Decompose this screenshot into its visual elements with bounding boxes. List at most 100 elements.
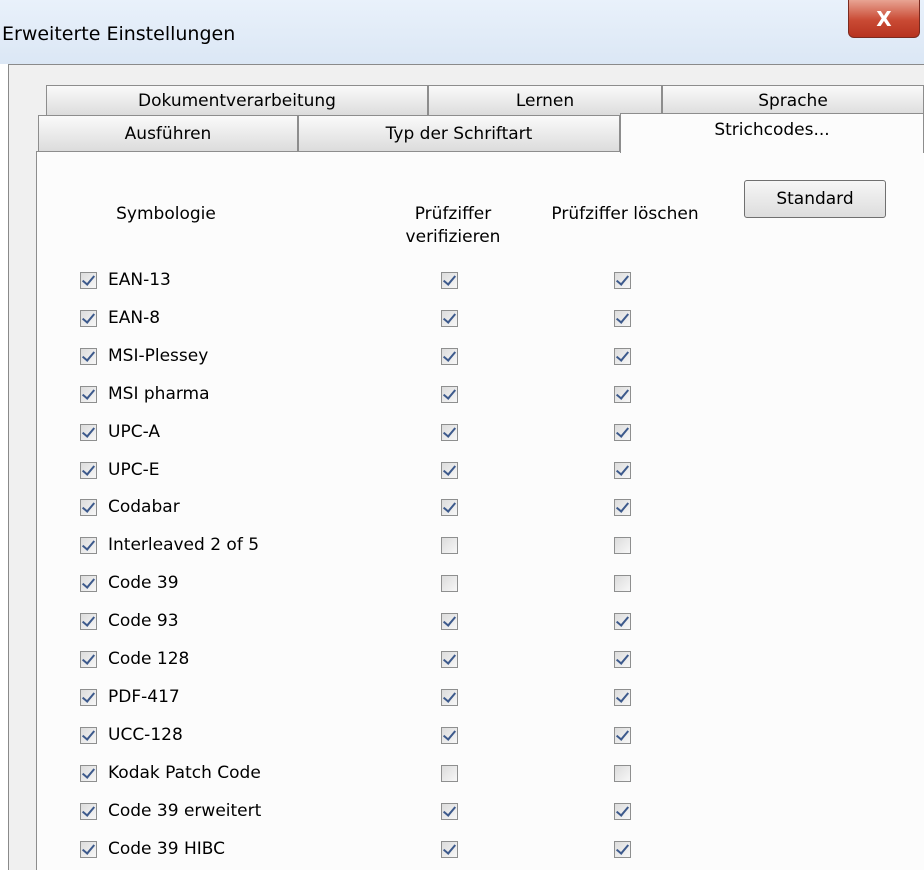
checkmark-icon	[81, 272, 96, 286]
checkmark-icon	[615, 727, 630, 741]
checkmark-icon	[615, 462, 630, 476]
checkmark-icon	[615, 803, 630, 817]
tab-dokumentverarbeitung[interactable]: Dokumentverarbeitung	[46, 85, 428, 115]
verify-checkbox[interactable]	[441, 575, 458, 592]
delete-checkbox[interactable]	[614, 689, 631, 706]
delete-checkbox[interactable]	[614, 613, 631, 630]
verify-checkbox[interactable]	[441, 537, 458, 554]
delete-checkbox[interactable]	[614, 462, 631, 479]
verify-checkbox[interactable]	[441, 272, 458, 289]
checkmark-icon	[615, 841, 630, 855]
enable-checkbox[interactable]	[80, 462, 97, 479]
close-button[interactable]: X	[848, 0, 920, 38]
tab-label: Sprache	[758, 90, 828, 111]
verify-header-line2: verifizieren	[405, 227, 501, 247]
enable-checkbox[interactable]	[80, 651, 97, 668]
symbology-label: Code 39 erweitert	[108, 801, 262, 821]
checkmark-icon	[615, 310, 630, 324]
enable-checkbox[interactable]	[80, 727, 97, 744]
checkmark-icon	[442, 348, 457, 362]
enable-checkbox[interactable]	[80, 613, 97, 630]
symbology-label: Code 39	[108, 573, 179, 593]
delete-checkbox[interactable]	[614, 348, 631, 365]
checkmark-icon	[442, 803, 457, 817]
symbology-label: MSI pharma	[108, 384, 210, 404]
enable-checkbox[interactable]	[80, 310, 97, 327]
checkmark-icon	[442, 651, 457, 665]
verify-checkbox[interactable]	[441, 651, 458, 668]
verify-checkbox[interactable]	[441, 348, 458, 365]
enable-checkbox[interactable]	[80, 689, 97, 706]
verify-checkbox[interactable]	[441, 841, 458, 858]
verify-checkbox[interactable]	[441, 424, 458, 441]
verify-checkbox[interactable]	[441, 310, 458, 327]
symbology-label: EAN-8	[108, 308, 161, 328]
tab-label: Lernen	[515, 90, 575, 111]
delete-checkbox[interactable]	[614, 765, 631, 782]
checkmark-icon	[442, 272, 457, 286]
checkmark-icon	[81, 310, 96, 324]
checkmark-icon	[442, 689, 457, 703]
tab-ausfuehren[interactable]: Ausführen	[38, 115, 298, 151]
checkmark-icon	[442, 386, 457, 400]
verify-checkbox[interactable]	[441, 727, 458, 744]
enable-checkbox[interactable]	[80, 499, 97, 516]
checkmark-icon	[615, 613, 630, 627]
verify-checkbox[interactable]	[441, 462, 458, 479]
delete-checkbox[interactable]	[614, 803, 631, 820]
verify-checkbox[interactable]	[441, 803, 458, 820]
checkmark-icon	[615, 689, 630, 703]
verify-checkbox[interactable]	[441, 689, 458, 706]
tab-sprache[interactable]: Sprache	[662, 85, 924, 115]
verify-checkbox[interactable]	[441, 499, 458, 516]
column-header-symbology: Symbologie	[116, 204, 216, 224]
delete-checkbox[interactable]	[614, 727, 631, 744]
verify-checkbox[interactable]	[441, 613, 458, 630]
checkmark-icon	[442, 424, 457, 438]
enable-checkbox[interactable]	[80, 537, 97, 554]
checkmark-icon	[81, 499, 96, 513]
tab-strichcodes[interactable]: Strichcodes...	[620, 113, 924, 153]
window-title: Erweiterte Einstellungen	[2, 23, 236, 45]
column-header-delete: Prüfziffer löschen	[551, 204, 699, 224]
enable-checkbox[interactable]	[80, 386, 97, 403]
delete-checkbox[interactable]	[614, 499, 631, 516]
enable-checkbox[interactable]	[80, 765, 97, 782]
checkmark-icon	[81, 575, 96, 589]
verify-header-line1: Prüfziffer	[414, 204, 492, 224]
checkmark-icon	[615, 651, 630, 665]
symbology-label: UCC-128	[108, 725, 183, 745]
checkmark-icon	[81, 689, 96, 703]
verify-checkbox[interactable]	[441, 386, 458, 403]
tab-lernen[interactable]: Lernen	[428, 85, 662, 115]
symbology-label: Code 93	[108, 611, 179, 631]
enable-checkbox[interactable]	[80, 575, 97, 592]
tab-label: Dokumentverarbeitung	[138, 90, 336, 111]
tab-typ-der-schriftart[interactable]: Typ der Schriftart	[298, 115, 620, 151]
checkmark-icon	[442, 462, 457, 476]
enable-checkbox[interactable]	[80, 272, 97, 289]
checkmark-icon	[81, 613, 96, 627]
checkmark-icon	[442, 727, 457, 741]
symbology-label: Kodak Patch Code	[108, 763, 261, 783]
checkmark-icon	[615, 272, 630, 286]
verify-checkbox[interactable]	[441, 765, 458, 782]
checkmark-icon	[442, 499, 457, 513]
checkmark-icon	[81, 537, 96, 551]
enable-checkbox[interactable]	[80, 348, 97, 365]
checkmark-icon	[81, 765, 96, 779]
enable-checkbox[interactable]	[80, 803, 97, 820]
enable-checkbox[interactable]	[80, 424, 97, 441]
tab-label: Typ der Schriftart	[385, 123, 533, 144]
checkmark-icon	[442, 841, 457, 855]
delete-checkbox[interactable]	[614, 651, 631, 668]
delete-checkbox[interactable]	[614, 575, 631, 592]
enable-checkbox[interactable]	[80, 841, 97, 858]
delete-checkbox[interactable]	[614, 310, 631, 327]
delete-checkbox[interactable]	[614, 386, 631, 403]
delete-checkbox[interactable]	[614, 841, 631, 858]
delete-checkbox[interactable]	[614, 424, 631, 441]
standard-button[interactable]: Standard	[744, 180, 886, 218]
delete-checkbox[interactable]	[614, 537, 631, 554]
delete-checkbox[interactable]	[614, 272, 631, 289]
